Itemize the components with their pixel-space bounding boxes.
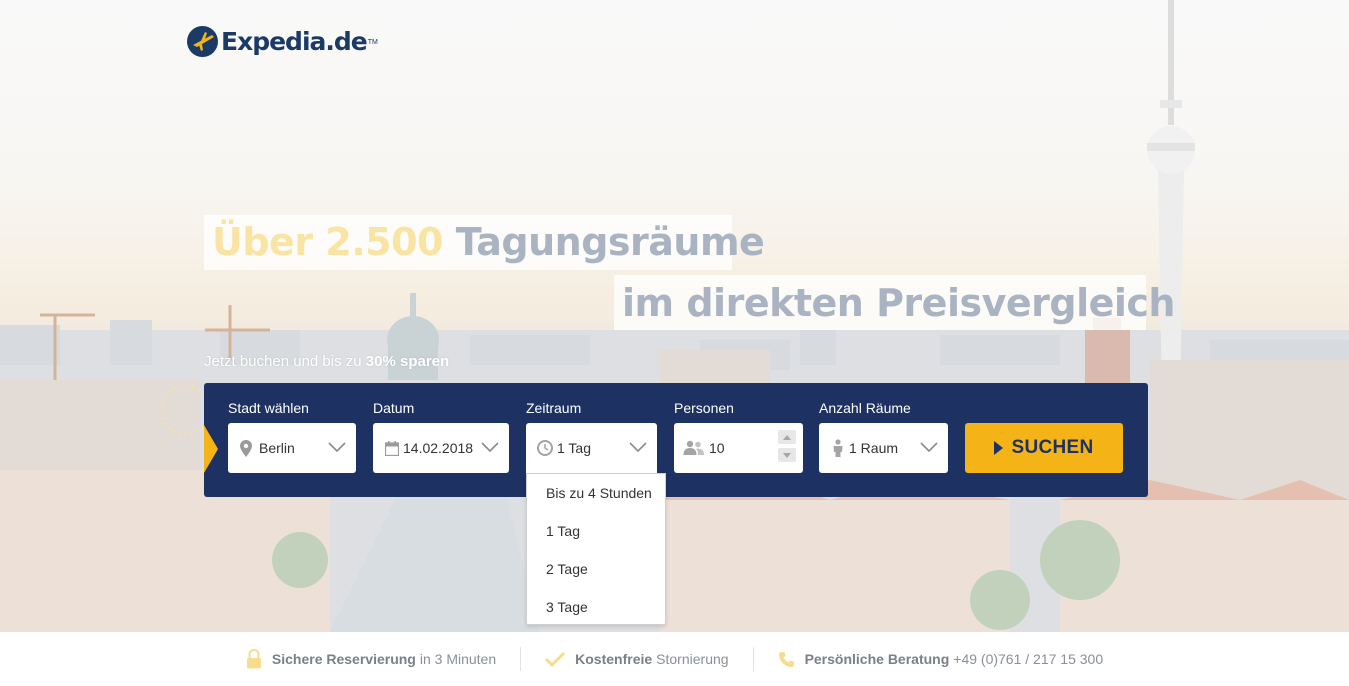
- trust-item-consultation: Persönliche Beratung +49 (0)761 / 217 15…: [754, 645, 1128, 673]
- search-button-label: SUCHEN: [1011, 437, 1094, 458]
- headline-main: Tagungsräume: [455, 220, 765, 264]
- chevron-down-icon: [920, 440, 938, 456]
- city-select[interactable]: Berlin: [228, 423, 356, 473]
- persons-stepper[interactable]: 10: [674, 423, 803, 473]
- chevron-down-icon: [629, 440, 647, 456]
- search-form: Stadt wählen Berlin Datum 14.02.2018 Zei…: [204, 383, 1148, 497]
- trust-secure-text: in 3 Minuten: [419, 651, 497, 667]
- trust-cancellation-text: Stornierung: [656, 651, 729, 667]
- date-value: 14.02.2018: [403, 440, 474, 456]
- headline-line-2-text: im direkten Preisvergleich: [622, 281, 1175, 325]
- trust-cancellation-bold: Kostenfreie: [575, 651, 653, 667]
- dropdown-option[interactable]: 1 Tag: [527, 512, 665, 550]
- trust-bar: Sichere Reservierung in 3 Minuten Kosten…: [0, 632, 1349, 686]
- dropdown-option[interactable]: 2 Tage: [527, 550, 665, 588]
- promo-prefix: Jetzt buchen und bis zu: [204, 353, 362, 370]
- headline-accent: Über 2.500: [212, 220, 444, 264]
- clock-icon: [533, 439, 557, 457]
- city-label: Stadt wählen: [228, 400, 309, 416]
- play-arrow-icon: [994, 441, 1004, 455]
- persons-label: Personen: [674, 400, 734, 416]
- increment-button[interactable]: [778, 430, 796, 444]
- date-picker[interactable]: 14.02.2018: [373, 423, 509, 473]
- dropdown-option[interactable]: 3 Tage: [527, 588, 665, 626]
- search-button[interactable]: SUCHEN: [965, 423, 1123, 473]
- persons-value: 10: [709, 440, 725, 456]
- person-icon: [827, 439, 849, 457]
- headline-line-1: Über 2.500 Tagungsräume: [204, 215, 765, 270]
- promo-bold: 30% sparen: [365, 353, 450, 370]
- expedia-logo[interactable]: Expedia.de TM: [187, 26, 378, 57]
- persons-stepper-buttons: [778, 430, 796, 462]
- rooms-value: 1 Raum: [849, 440, 899, 456]
- trust-consultation-phone[interactable]: +49 (0)761 / 217 15 300: [953, 651, 1103, 667]
- trust-secure-bold: Sichere Reservierung: [271, 651, 416, 667]
- rooms-select[interactable]: 1 Raum: [819, 423, 948, 473]
- chevron-down-icon: [481, 440, 499, 456]
- duration-value: 1 Tag: [557, 440, 591, 456]
- headline-line-2: im direkten Preisvergleich: [614, 275, 1175, 330]
- calendar-icon: [381, 440, 403, 456]
- people-icon: [679, 440, 709, 456]
- trust-item-secure: Sichere Reservierung in 3 Minuten: [222, 645, 520, 673]
- city-value: Berlin: [259, 440, 295, 456]
- checkmark-icon: [545, 651, 566, 667]
- phone-icon: [778, 651, 795, 668]
- map-pin-icon: [233, 439, 259, 457]
- chevron-down-icon: [328, 440, 346, 456]
- lock-icon: [246, 649, 262, 669]
- rooms-label: Anzahl Räume: [819, 400, 911, 416]
- duration-select[interactable]: 1 Tag: [526, 423, 657, 473]
- duration-dropdown: Bis zu 4 Stunden 1 Tag 2 Tage 3 Tage: [526, 473, 666, 625]
- arrow-tab-decoration: [204, 425, 218, 473]
- trademark-mark: TM: [367, 39, 378, 46]
- trust-item-cancellation: Kostenfreie Stornierung: [521, 645, 752, 673]
- duration-label: Zeitraum: [526, 400, 582, 416]
- logo-text: Expedia.de: [221, 27, 368, 56]
- decrement-button[interactable]: [778, 448, 796, 462]
- plane-globe-icon: [187, 26, 218, 57]
- trust-consultation-bold: Persönliche Beratung: [804, 651, 950, 667]
- promo-subline: Jetzt buchen und bis zu 30% sparen: [204, 353, 449, 370]
- date-label: Datum: [373, 400, 415, 416]
- dropdown-option[interactable]: Bis zu 4 Stunden: [527, 474, 665, 512]
